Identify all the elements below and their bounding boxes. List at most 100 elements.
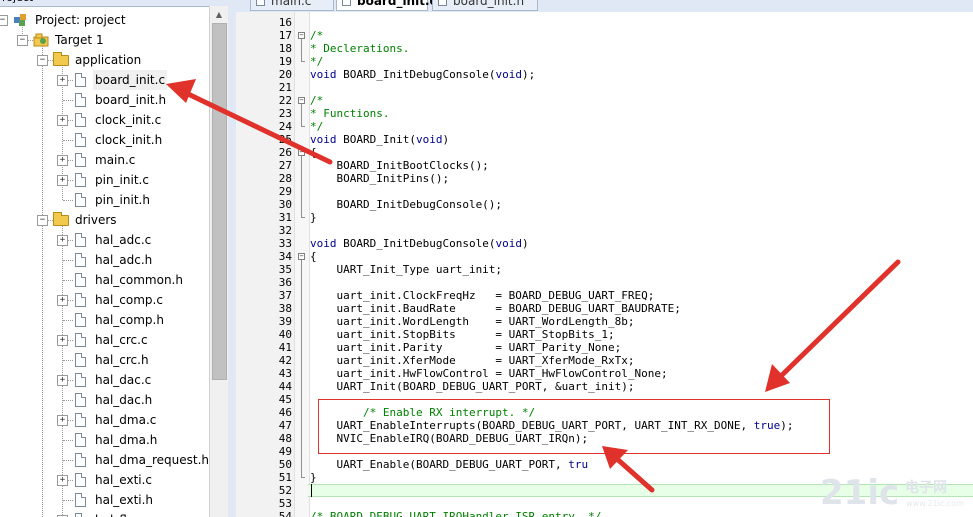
code-text: BOARD_InitDebugConsole( [336, 68, 496, 81]
code-line[interactable]: BOARD_InitDebugConsole(); [310, 198, 502, 211]
tree-item[interactable]: − application [0, 50, 209, 70]
scroll-up-arrow-icon[interactable]: ▲ [210, 6, 228, 23]
tree-item[interactable]: hal_comp.h [0, 310, 209, 330]
code-line[interactable]: */ [310, 120, 323, 133]
fold-toggle-icon[interactable]: − [298, 253, 305, 260]
tree-item[interactable]: + hal_comp.c [0, 290, 209, 310]
tree-item[interactable]: board_init.h [0, 90, 209, 110]
fold-toggle-icon[interactable]: − [298, 32, 305, 39]
tree-item[interactable]: hal_crc.h [0, 350, 209, 370]
fold-guide [301, 477, 305, 478]
tree-item[interactable]: + main.c [0, 150, 209, 170]
fold-toggle-icon[interactable]: − [298, 97, 305, 104]
line-number: 45 [278, 393, 292, 406]
project-tree: − Project: project − Target 1− application + b… [0, 0, 209, 517]
tree-item[interactable]: + hal_adc.c [0, 230, 209, 250]
tab-board-init-h[interactable]: board_init.h [432, 0, 538, 11]
tree-connector [63, 460, 73, 461]
tree-item[interactable]: + clock_init.c [0, 110, 209, 130]
project-scrollbar[interactable]: ▲ [209, 6, 228, 517]
tree-item[interactable]: hal_dma_request.h [0, 450, 209, 470]
line-number: 29 [278, 185, 292, 198]
scrollbar-thumb[interactable] [212, 23, 227, 380]
fold-guide [301, 61, 305, 62]
code-line[interactable]: uart_init.BaudRate = BOARD_DEBUG_UART_BA… [310, 302, 680, 315]
tab-board-init-c[interactable]: board_init.c [336, 0, 437, 11]
tree-item[interactable]: pin_init.h [0, 190, 209, 210]
tree-item[interactable]: clock_init.h [0, 130, 209, 150]
code-line[interactable]: } [310, 211, 317, 224]
code-line[interactable]: UART_Enable(BOARD_DEBUG_UART_PORT, tru [310, 458, 588, 471]
expand-icon[interactable]: + [57, 235, 68, 246]
collapse-icon[interactable]: − [37, 215, 48, 226]
tree-item[interactable]: + hal_dma.c [0, 410, 209, 430]
code-text: } [310, 471, 317, 484]
line-number: 20 [278, 68, 292, 81]
code-line[interactable]: } [310, 471, 317, 484]
code-line[interactable]: uart_init.HwFlowControl = UART_HwFlowCon… [310, 367, 667, 380]
collapse-icon[interactable]: − [37, 55, 48, 66]
code-line[interactable]: /* [310, 29, 323, 42]
tree-item[interactable]: hal_dma.h [0, 430, 209, 450]
code-line[interactable]: */ [310, 55, 323, 68]
tree-item-label: hal_dma.c [95, 413, 157, 427]
code-line[interactable]: void BOARD_InitDebugConsole(void); [310, 68, 535, 81]
code-line[interactable]: { [310, 146, 317, 159]
code-line[interactable]: BOARD_InitBootClocks(); [310, 159, 488, 172]
code-line[interactable]: void BOARD_Init(void) [310, 133, 449, 146]
tree-item[interactable]: − Target 1 [0, 30, 209, 50]
line-number: 41 [278, 341, 292, 354]
watermark-logo: 21ic 电子网 www.21ic.com [820, 473, 964, 513]
tree-item-label: hal_comp.c [95, 293, 163, 307]
tree-item-label: board_init.h [95, 93, 167, 107]
tree-item[interactable]: hal_common.h [0, 270, 209, 290]
code-line[interactable]: uart_init.ClockFreqHz = BOARD_DEBUG_UART… [310, 289, 654, 302]
code-keyword: void [495, 68, 522, 81]
expand-icon[interactable]: + [57, 155, 68, 166]
tree-item[interactable]: − drivers [0, 210, 209, 230]
expand-icon[interactable]: + [57, 115, 68, 126]
code-line[interactable]: void BOARD_InitDebugConsole(void) [310, 237, 529, 250]
tree-item[interactable]: hal_dac.h [0, 390, 209, 410]
expand-icon[interactable]: + [57, 475, 68, 486]
collapse-icon[interactable]: − [17, 35, 28, 46]
code-line[interactable]: uart_init.StopBits = UART_StopBits_1; [310, 328, 614, 341]
fold-toggle-icon[interactable]: − [298, 149, 305, 156]
expand-icon[interactable]: + [57, 375, 68, 386]
expand-icon[interactable]: + [57, 415, 68, 426]
code-line[interactable]: * Functions. [310, 107, 389, 120]
code-text: UART_Enable(BOARD_DEBUG_UART_PORT, [310, 458, 569, 471]
code-line[interactable]: { [310, 250, 317, 263]
expand-icon[interactable]: + [57, 175, 68, 186]
code-line[interactable]: /* BOARD_DEBUG_UART_IRQHandler_ISR entry… [310, 510, 601, 517]
code-line[interactable]: uart_init.WordLength = UART_WordLength_8… [310, 315, 634, 328]
tree-connector [63, 200, 73, 201]
tree-item[interactable]: + board_init.c [0, 70, 209, 90]
code-line[interactable]: BOARD_InitPins(); [310, 172, 449, 185]
tab-main-c[interactable]: main.c [250, 0, 334, 11]
code-line[interactable]: UART_Init_Type uart_init; [310, 263, 502, 276]
expand-icon[interactable]: + [57, 335, 68, 346]
tree-item[interactable]: + hal_exti.c [0, 470, 209, 490]
file-icon [75, 273, 86, 287]
tab-label: board_init.h [453, 0, 525, 8]
tree-item[interactable]: + pin_init.c [0, 170, 209, 190]
code-text: ) [521, 237, 529, 250]
code-line[interactable]: * Declerations. [310, 42, 409, 55]
file-icon [75, 233, 86, 247]
tree-item[interactable]: hal_adc.h [0, 250, 209, 270]
code-line[interactable]: uart_init.Parity = UART_Parity_None; [310, 341, 621, 354]
tree-item[interactable]: hal_exti.h [0, 490, 209, 510]
code-line[interactable]: UART_Init(BOARD_DEBUG_UART_PORT, &uart_i… [310, 380, 634, 393]
expand-icon[interactable]: + [57, 75, 68, 86]
tree-item[interactable]: + hal_dac.c [0, 370, 209, 390]
tree-item[interactable]: + hal_crc.c [0, 330, 209, 350]
tree-item[interactable]: − Project: project [0, 10, 209, 30]
code-line[interactable]: uart_init.XferMode = UART_XferMode_RxTx; [310, 354, 634, 367]
code-line[interactable]: /* [310, 94, 323, 107]
expand-icon[interactable]: + [57, 295, 68, 306]
collapse-icon[interactable]: − [0, 15, 8, 26]
file-icon [75, 353, 86, 367]
tree-item[interactable]: +hal_fla... [0, 510, 209, 517]
line-number: 35 [278, 263, 292, 276]
